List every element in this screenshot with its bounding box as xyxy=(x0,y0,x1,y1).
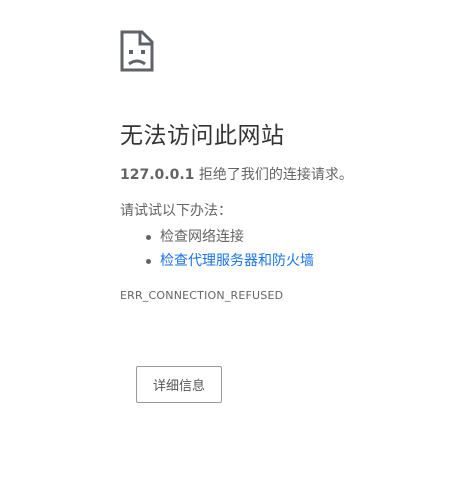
suggestions-heading: 请试试以下办法： xyxy=(120,203,232,219)
suggestion-item-check-proxy-firewall[interactable]: 检查代理服务器和防火墙 xyxy=(120,249,440,273)
error-message: 拒绝了我们的连接请求。 xyxy=(194,167,353,183)
host-address: 127.0.0.1 xyxy=(120,167,195,183)
error-code: ERR_CONNECTION_REFUSED xyxy=(120,289,284,302)
suggestion-label: 检查网络连接 xyxy=(160,229,244,245)
suggestion-item-check-network: 检查网络连接 xyxy=(120,225,440,249)
page-title: 无法访问此网站 xyxy=(120,123,285,149)
suggestions-list: 检查网络连接 检查代理服务器和防火墙 xyxy=(120,225,440,273)
check-proxy-firewall-link[interactable]: 检查代理服务器和防火墙 xyxy=(160,253,314,269)
sad-page-icon xyxy=(120,30,154,72)
error-summary: 127.0.0.1 拒绝了我们的连接请求。 xyxy=(120,165,440,185)
bullet-icon xyxy=(146,235,151,240)
bullet-icon xyxy=(146,259,151,264)
error-page-content: 无法访问此网站 127.0.0.1 拒绝了我们的连接请求。 请试试以下办法： 检… xyxy=(120,30,440,303)
details-button[interactable]: 详细信息 xyxy=(136,366,222,403)
